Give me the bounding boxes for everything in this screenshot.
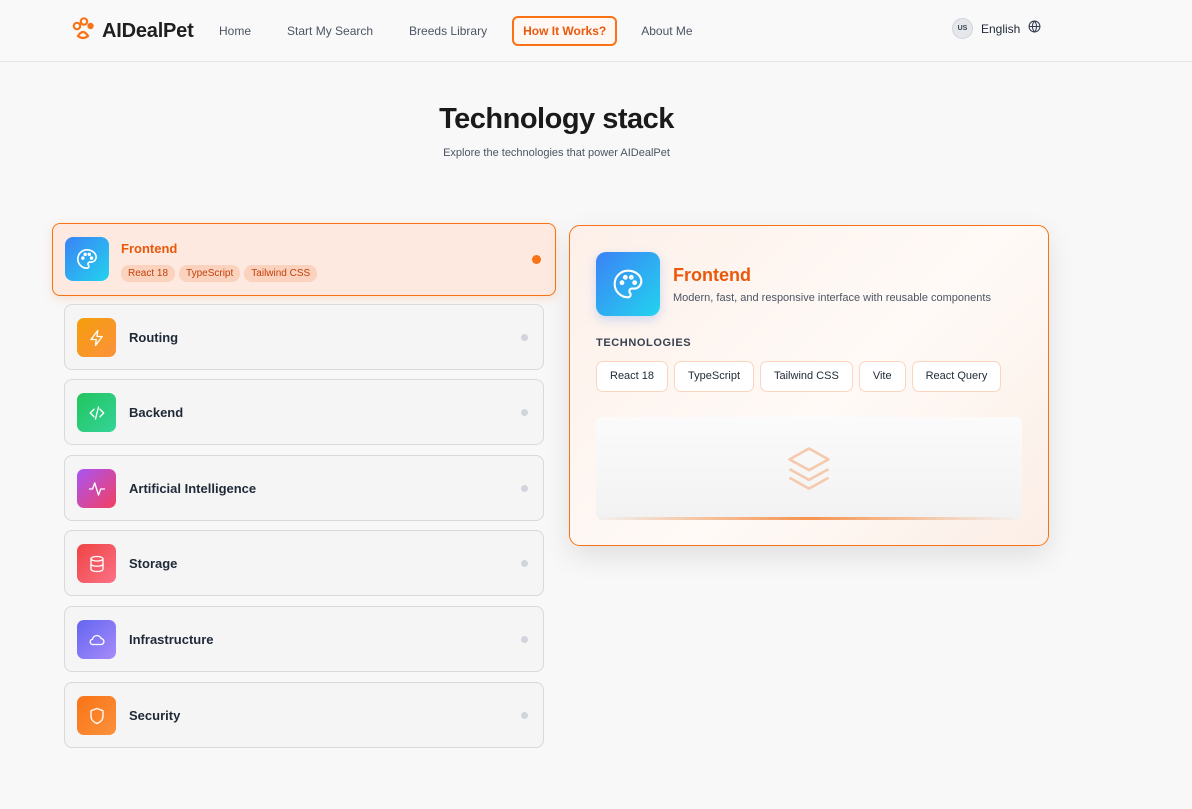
tech-chip-react-query: React Query — [911, 361, 1002, 392]
technologies-list: React 18 TypeScript Tailwind CSS Vite Re… — [596, 361, 1002, 392]
tech-chip-react: React 18 — [596, 361, 669, 392]
top-navbar: AIDealPet Home Start My Search Breeds Li… — [0, 0, 1192, 62]
nav-start-my-search[interactable]: Start My Search — [269, 15, 391, 47]
shield-icon — [77, 696, 116, 735]
category-storage[interactable]: Storage — [64, 530, 544, 596]
category-infrastructure[interactable]: Infrastructure — [64, 606, 544, 672]
category-frontend[interactable]: Frontend React 18 TypeScript Tailwind CS… — [52, 223, 556, 296]
paw-logo-icon — [70, 16, 96, 47]
indicator-dot — [521, 334, 528, 341]
detail-description: Modern, fast, and responsive interface w… — [673, 292, 991, 304]
nav-breeds-library[interactable]: Breeds Library — [391, 15, 505, 47]
chip: TypeScript — [179, 265, 241, 282]
category-artificial-intelligence[interactable]: Artificial Intelligence — [64, 455, 544, 521]
accent-bar — [596, 517, 1022, 520]
detail-title: Frontend — [673, 265, 751, 285]
detail-panel: Frontend Modern, fast, and responsive in… — [569, 225, 1049, 546]
palette-icon — [65, 237, 109, 281]
category-label: Infrastructure — [129, 632, 214, 647]
category-label: Backend — [129, 405, 184, 420]
code-icon — [77, 393, 116, 432]
nav-how-it-works[interactable]: How It Works? — [512, 16, 618, 46]
globe-icon — [1028, 19, 1041, 38]
indicator-dot — [521, 560, 528, 567]
category-label: Security — [129, 708, 181, 723]
indicator-dot — [521, 712, 528, 719]
cloud-icon — [77, 620, 116, 659]
nav-home[interactable]: Home — [201, 15, 269, 47]
chip: React 18 — [121, 265, 176, 282]
nav-about-me[interactable]: About Me — [623, 15, 710, 47]
page-title: Technology stack — [439, 103, 674, 135]
page-subtitle: Explore the technologies that power AIDe… — [443, 147, 670, 159]
chip: Tailwind CSS — [244, 265, 318, 282]
layers-icon — [783, 442, 835, 499]
tech-chip-typescript: TypeScript — [674, 361, 754, 392]
logo[interactable]: AIDealPet — [70, 16, 194, 47]
language-selector[interactable]: US English — [952, 18, 1041, 39]
language-label: English — [981, 21, 1021, 36]
indicator-dot — [521, 636, 528, 643]
category-label: Artificial Intelligence — [129, 481, 257, 496]
category-security[interactable]: Security — [64, 682, 544, 748]
category-label: Routing — [129, 330, 179, 345]
indicator-dot — [521, 409, 528, 416]
active-indicator-dot — [532, 255, 541, 264]
logo-text: AIDealPet — [102, 20, 194, 42]
palette-icon — [596, 252, 660, 316]
tech-chip-vite: Vite — [858, 361, 906, 392]
tech-chip-tailwind: Tailwind CSS — [760, 361, 853, 392]
category-label: Frontend — [121, 241, 178, 256]
category-backend[interactable]: Backend — [64, 379, 544, 445]
indicator-dot — [521, 485, 528, 492]
flag-icon: US — [952, 18, 973, 39]
preview-area — [596, 417, 1022, 520]
database-icon — [77, 544, 116, 583]
activity-icon — [77, 469, 116, 508]
category-routing[interactable]: Routing — [64, 304, 544, 370]
category-chips: React 18 TypeScript Tailwind CSS — [121, 265, 318, 282]
lightning-icon — [77, 318, 116, 357]
main-nav: Home Start My Search Breeds Library How … — [201, 15, 711, 47]
technologies-heading: TECHNOLOGIES — [596, 337, 692, 349]
category-label: Storage — [129, 556, 178, 571]
